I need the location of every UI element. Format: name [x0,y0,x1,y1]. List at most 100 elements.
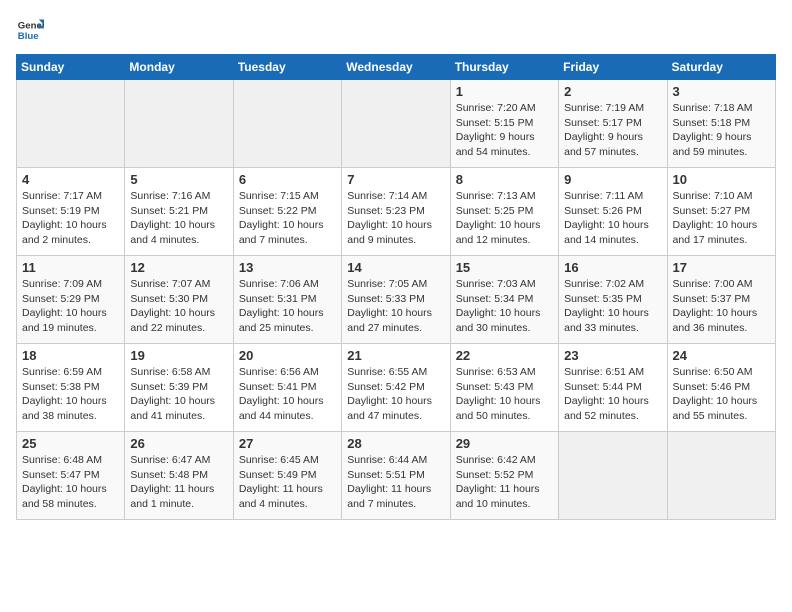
calendar-cell: 9 Sunrise: 7:11 AM Sunset: 5:26 PM Daylig… [559,168,667,256]
day-number: 4 [22,172,119,187]
day-number: 12 [130,260,227,275]
weekday-header-wednesday: Wednesday [342,55,450,80]
day-number: 21 [347,348,444,363]
day-number: 9 [564,172,661,187]
day-info: Sunrise: 6:53 AM Sunset: 5:43 PM Dayligh… [456,365,553,424]
page-header: General Blue [16,16,776,44]
day-number: 6 [239,172,336,187]
calendar-cell: 24 Sunrise: 6:50 AM Sunset: 5:46 PM Dayli… [667,344,775,432]
day-number: 5 [130,172,227,187]
day-number: 22 [456,348,553,363]
weekday-header-sunday: Sunday [17,55,125,80]
calendar-cell: 26 Sunrise: 6:47 AM Sunset: 5:48 PM Dayli… [125,432,233,520]
day-number: 26 [130,436,227,451]
day-info: Sunrise: 6:47 AM Sunset: 5:48 PM Dayligh… [130,453,227,512]
day-number: 15 [456,260,553,275]
logo: General Blue [16,16,44,44]
calendar-cell: 25Sunrise: 6:48 AM Sunset: 5:47 PM Dayli… [17,432,125,520]
day-info: Sunrise: 6:51 AM Sunset: 5:44 PM Dayligh… [564,365,661,424]
calendar-cell: 10 Sunrise: 7:10 AM Sunset: 5:27 PM Dayli… [667,168,775,256]
day-info: Sunrise: 7:00 AM Sunset: 5:37 PM Dayligh… [673,277,770,336]
calendar-cell: 6 Sunrise: 7:15 AM Sunset: 5:22 PM Daylig… [233,168,341,256]
weekday-header-friday: Friday [559,55,667,80]
calendar-cell [233,80,341,168]
day-info: Sunrise: 7:20 AM Sunset: 5:15 PM Dayligh… [456,101,553,160]
calendar-cell: 5 Sunrise: 7:16 AM Sunset: 5:21 PM Daylig… [125,168,233,256]
day-number: 13 [239,260,336,275]
day-info: Sunrise: 7:10 AM Sunset: 5:27 PM Dayligh… [673,189,770,248]
day-number: 2 [564,84,661,99]
day-number: 14 [347,260,444,275]
weekday-header-tuesday: Tuesday [233,55,341,80]
weekday-header-saturday: Saturday [667,55,775,80]
logo-icon: General Blue [16,16,44,44]
day-number: 1 [456,84,553,99]
calendar-cell: 20 Sunrise: 6:56 AM Sunset: 5:41 PM Dayli… [233,344,341,432]
weekday-header-monday: Monday [125,55,233,80]
day-info: Sunrise: 7:13 AM Sunset: 5:25 PM Dayligh… [456,189,553,248]
calendar-cell [342,80,450,168]
weekday-header-thursday: Thursday [450,55,558,80]
weekday-header-row: SundayMondayTuesdayWednesdayThursdayFrid… [17,55,776,80]
day-info: Sunrise: 7:03 AM Sunset: 5:34 PM Dayligh… [456,277,553,336]
day-info: Sunrise: 6:45 AM Sunset: 5:49 PM Dayligh… [239,453,336,512]
day-info: Sunrise: 7:16 AM Sunset: 5:21 PM Dayligh… [130,189,227,248]
day-number: 11 [22,260,119,275]
week-row-2: 4 Sunrise: 7:17 AM Sunset: 5:19 PM Daylig… [17,168,776,256]
calendar-cell: 13 Sunrise: 7:06 AM Sunset: 5:31 PM Dayli… [233,256,341,344]
calendar-cell: 18Sunrise: 6:59 AM Sunset: 5:38 PM Dayli… [17,344,125,432]
calendar-cell: 12Sunrise: 7:07 AM Sunset: 5:30 PM Dayli… [125,256,233,344]
calendar-table: SundayMondayTuesdayWednesdayThursdayFrid… [16,54,776,520]
day-number: 27 [239,436,336,451]
day-info: Sunrise: 7:15 AM Sunset: 5:22 PM Dayligh… [239,189,336,248]
day-number: 29 [456,436,553,451]
calendar-cell: 22 Sunrise: 6:53 AM Sunset: 5:43 PM Dayli… [450,344,558,432]
day-number: 20 [239,348,336,363]
day-info: Sunrise: 6:59 AM Sunset: 5:38 PM Dayligh… [22,365,119,424]
day-info: Sunrise: 7:18 AM Sunset: 5:18 PM Dayligh… [673,101,770,160]
calendar-cell: 21 Sunrise: 6:55 AM Sunset: 5:42 PM Dayli… [342,344,450,432]
day-info: Sunrise: 7:06 AM Sunset: 5:31 PM Dayligh… [239,277,336,336]
calendar-cell: 28Sunrise: 6:44 AM Sunset: 5:51 PM Dayli… [342,432,450,520]
day-number: 3 [673,84,770,99]
svg-text:Blue: Blue [18,31,39,42]
day-info: Sunrise: 6:50 AM Sunset: 5:46 PM Dayligh… [673,365,770,424]
day-info: Sunrise: 7:11 AM Sunset: 5:26 PM Dayligh… [564,189,661,248]
calendar-cell [125,80,233,168]
day-number: 17 [673,260,770,275]
calendar-cell: 29 Sunrise: 6:42 AM Sunset: 5:52 PM Dayli… [450,432,558,520]
day-info: Sunrise: 7:09 AM Sunset: 5:29 PM Dayligh… [22,277,119,336]
day-number: 19 [130,348,227,363]
week-row-1: 1 Sunrise: 7:20 AM Sunset: 5:15 PM Daylig… [17,80,776,168]
week-row-3: 11 Sunrise: 7:09 AM Sunset: 5:29 PM Dayli… [17,256,776,344]
calendar-cell: 7 Sunrise: 7:14 AM Sunset: 5:23 PM Daylig… [342,168,450,256]
day-info: Sunrise: 6:55 AM Sunset: 5:42 PM Dayligh… [347,365,444,424]
day-info: Sunrise: 7:17 AM Sunset: 5:19 PM Dayligh… [22,189,119,248]
day-number: 10 [673,172,770,187]
calendar-cell [17,80,125,168]
calendar-cell: 19 Sunrise: 6:58 AM Sunset: 5:39 PM Dayli… [125,344,233,432]
day-info: Sunrise: 7:02 AM Sunset: 5:35 PM Dayligh… [564,277,661,336]
day-number: 23 [564,348,661,363]
day-number: 24 [673,348,770,363]
calendar-cell: 11 Sunrise: 7:09 AM Sunset: 5:29 PM Dayli… [17,256,125,344]
day-info: Sunrise: 7:05 AM Sunset: 5:33 PM Dayligh… [347,277,444,336]
day-number: 28 [347,436,444,451]
day-number: 7 [347,172,444,187]
calendar-cell: 14 Sunrise: 7:05 AM Sunset: 5:33 PM Dayli… [342,256,450,344]
day-info: Sunrise: 6:58 AM Sunset: 5:39 PM Dayligh… [130,365,227,424]
week-row-5: 25Sunrise: 6:48 AM Sunset: 5:47 PM Dayli… [17,432,776,520]
week-row-4: 18Sunrise: 6:59 AM Sunset: 5:38 PM Dayli… [17,344,776,432]
day-info: Sunrise: 6:48 AM Sunset: 5:47 PM Dayligh… [22,453,119,512]
calendar-cell: 8 Sunrise: 7:13 AM Sunset: 5:25 PM Daylig… [450,168,558,256]
calendar-cell [667,432,775,520]
calendar-cell: 4 Sunrise: 7:17 AM Sunset: 5:19 PM Daylig… [17,168,125,256]
day-number: 16 [564,260,661,275]
calendar-cell: 23 Sunrise: 6:51 AM Sunset: 5:44 PM Dayli… [559,344,667,432]
day-info: Sunrise: 7:19 AM Sunset: 5:17 PM Dayligh… [564,101,661,160]
day-info: Sunrise: 6:56 AM Sunset: 5:41 PM Dayligh… [239,365,336,424]
day-number: 8 [456,172,553,187]
day-info: Sunrise: 6:42 AM Sunset: 5:52 PM Dayligh… [456,453,553,512]
calendar-cell: 16 Sunrise: 7:02 AM Sunset: 5:35 PM Dayli… [559,256,667,344]
day-info: Sunrise: 7:14 AM Sunset: 5:23 PM Dayligh… [347,189,444,248]
